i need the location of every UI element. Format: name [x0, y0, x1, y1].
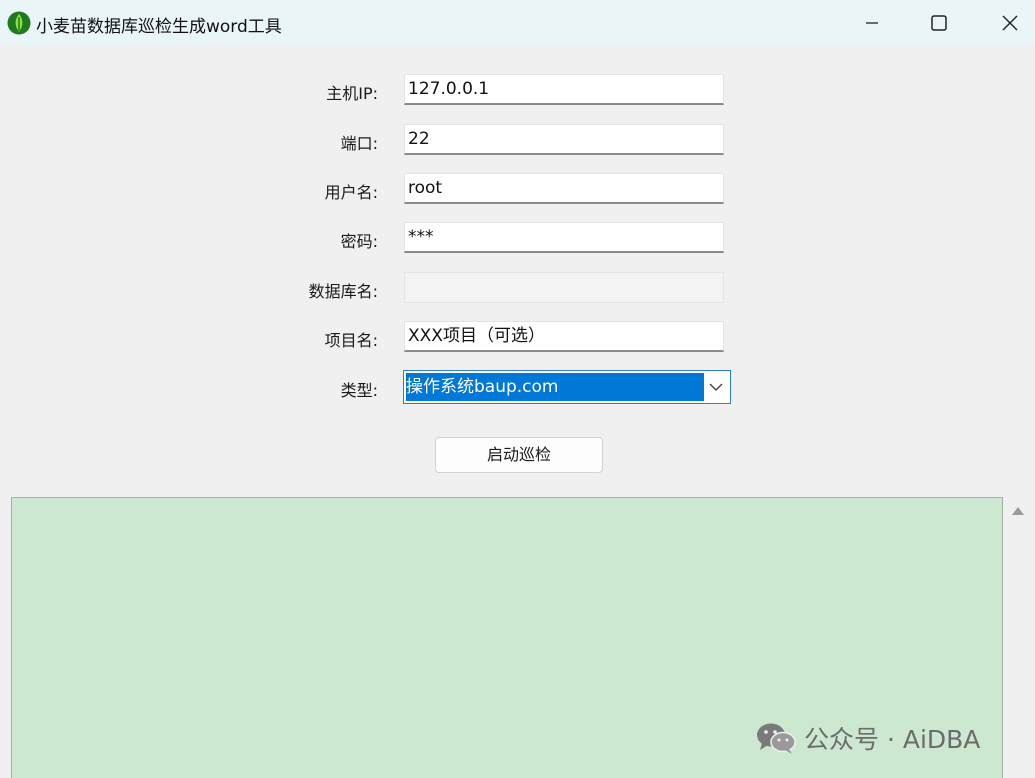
type-label: 类型:: [340, 381, 378, 400]
window-title: 小麦苗数据库巡检生成word工具: [36, 17, 282, 37]
minimize-icon: [866, 22, 878, 24]
close-button[interactable]: [987, 0, 1033, 46]
port-label: 端口:: [340, 134, 378, 153]
watermark-text: 公众号 · AiDBA: [804, 725, 981, 754]
password-input[interactable]: ***: [404, 222, 724, 253]
minimize-button[interactable]: [849, 0, 895, 46]
host-ip-label: 主机IP:: [326, 84, 378, 103]
host-ip-input[interactable]: 127.0.0.1: [404, 74, 724, 105]
app-logo-icon: [7, 11, 31, 35]
username-label: 用户名:: [324, 183, 378, 202]
maximize-icon: [931, 15, 947, 31]
watermark: 公众号 · AiDBA: [756, 720, 980, 756]
close-icon: [1002, 15, 1018, 31]
project-name-input[interactable]: XXX项目（可选）: [404, 321, 724, 352]
project-name-label: 项目名:: [324, 331, 378, 350]
output-scrollbar[interactable]: [1004, 497, 1035, 778]
type-select-value: 操作系统baup.com: [406, 373, 704, 401]
title-bar: 小麦苗数据库巡检生成word工具: [0, 0, 1035, 46]
database-name-label: 数据库名:: [308, 282, 378, 301]
chevron-down-icon: [709, 383, 723, 391]
type-select[interactable]: 操作系统baup.com: [403, 370, 731, 404]
start-inspection-button[interactable]: 启动巡检: [435, 437, 603, 473]
scroll-up-arrow-icon[interactable]: [1011, 506, 1025, 516]
dropdown-arrow-button[interactable]: [704, 373, 728, 401]
username-input[interactable]: root: [404, 173, 724, 204]
password-label: 密码:: [340, 232, 378, 251]
database-name-input[interactable]: [404, 272, 724, 303]
port-input[interactable]: 22: [404, 124, 724, 155]
wechat-icon: [757, 723, 796, 754]
maximize-button[interactable]: [916, 0, 962, 46]
